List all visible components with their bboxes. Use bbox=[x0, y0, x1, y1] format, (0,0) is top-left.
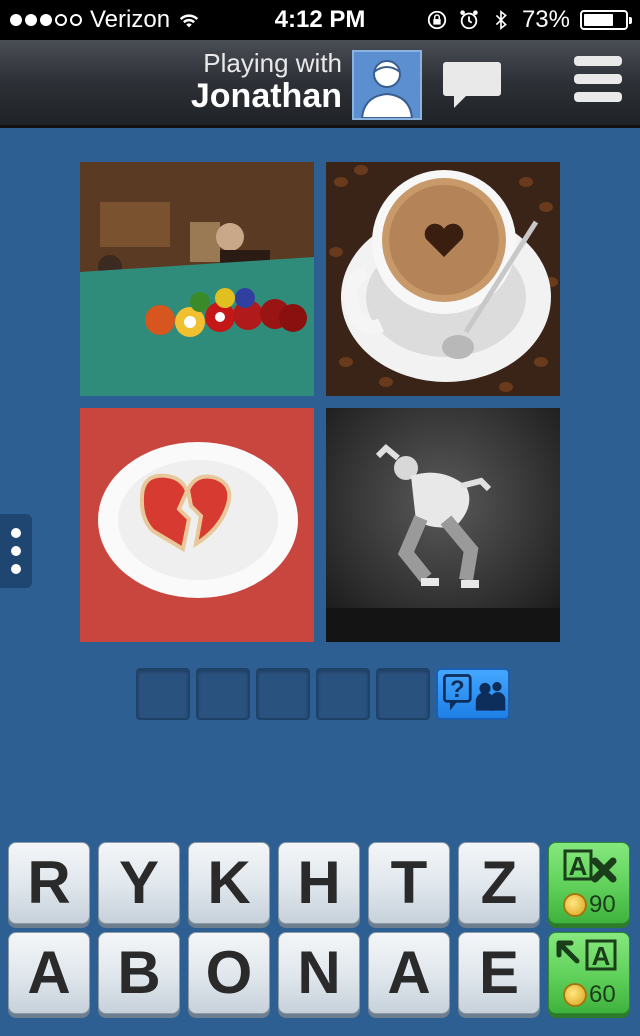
side-drawer-tab[interactable] bbox=[0, 514, 32, 588]
opponent-name: Jonathan bbox=[190, 77, 342, 115]
opponent-avatar[interactable] bbox=[352, 50, 422, 120]
answer-slot[interactable] bbox=[136, 668, 190, 720]
reveal-letter-cost: 60 bbox=[589, 981, 616, 1008]
answer-slot[interactable] bbox=[256, 668, 310, 720]
svg-text:A: A bbox=[569, 851, 588, 881]
dot-icon bbox=[11, 546, 21, 556]
remove-letters-button[interactable]: A 90 bbox=[548, 842, 630, 924]
remove-letters-icon: A bbox=[563, 849, 617, 883]
letter-key[interactable]: Z bbox=[458, 842, 540, 924]
user-silhouette-icon bbox=[360, 60, 414, 119]
ask-friends-button[interactable]: ? bbox=[436, 668, 510, 720]
letter-key[interactable]: N bbox=[278, 932, 360, 1014]
battery-percent: 73% bbox=[521, 6, 570, 33]
coin-icon bbox=[563, 893, 587, 917]
chat-button[interactable] bbox=[442, 56, 502, 112]
billiard-balls-photo[interactable] bbox=[80, 162, 314, 396]
playing-with-label: Playing with bbox=[203, 48, 342, 78]
coin-icon bbox=[563, 983, 587, 1007]
menu-button[interactable] bbox=[574, 56, 622, 112]
letter-key[interactable]: K bbox=[188, 842, 270, 924]
menu-line bbox=[574, 56, 622, 66]
dot-icon bbox=[11, 564, 21, 574]
status-bar: Verizon 4:12 PM 73% bbox=[0, 0, 640, 40]
alarm-icon bbox=[460, 10, 478, 30]
opponent-info: Playing with Jonathan bbox=[191, 48, 342, 116]
svg-text:A: A bbox=[592, 941, 611, 971]
letter-key[interactable]: E bbox=[458, 932, 540, 1014]
answer-slot[interactable] bbox=[196, 668, 250, 720]
bluetooth-icon bbox=[495, 10, 507, 30]
jumping-dancer-photo[interactable] bbox=[326, 408, 560, 642]
letter-key[interactable]: T bbox=[368, 842, 450, 924]
letter-key[interactable]: O bbox=[188, 932, 270, 1014]
answer-slot[interactable] bbox=[376, 668, 430, 720]
battery-icon bbox=[580, 10, 632, 30]
broken-heart-cookie-image bbox=[80, 408, 314, 642]
coffee-cup-photo[interactable] bbox=[326, 162, 560, 396]
menu-line bbox=[574, 92, 622, 102]
billiard-balls-image bbox=[80, 162, 314, 396]
coffee-cup-image bbox=[326, 162, 560, 396]
broken-heart-cookie-photo[interactable] bbox=[80, 408, 314, 642]
answer-slot[interactable] bbox=[316, 668, 370, 720]
question-friends-icon: ? bbox=[443, 674, 506, 711]
rotation-lock-icon bbox=[427, 10, 447, 30]
reveal-letter-icon: A bbox=[556, 939, 617, 971]
dot-icon bbox=[11, 528, 21, 538]
top-navigation-bar: Playing with Jonathan bbox=[0, 40, 640, 128]
letter-key[interactable]: Y bbox=[98, 842, 180, 924]
jumping-dancer-image bbox=[326, 408, 560, 642]
reveal-letter-button[interactable]: A 60 bbox=[548, 932, 630, 1014]
chat-bubble-icon bbox=[443, 62, 501, 108]
remove-letters-cost: 90 bbox=[589, 891, 616, 918]
menu-line bbox=[574, 74, 622, 84]
letter-key[interactable]: A bbox=[8, 932, 90, 1014]
status-indicators: 73% bbox=[426, 6, 632, 34]
letter-key[interactable]: R bbox=[8, 842, 90, 924]
letter-key[interactable]: B bbox=[98, 932, 180, 1014]
letter-key[interactable]: H bbox=[278, 842, 360, 924]
svg-text:?: ? bbox=[450, 676, 465, 703]
letter-key[interactable]: A bbox=[368, 932, 450, 1014]
